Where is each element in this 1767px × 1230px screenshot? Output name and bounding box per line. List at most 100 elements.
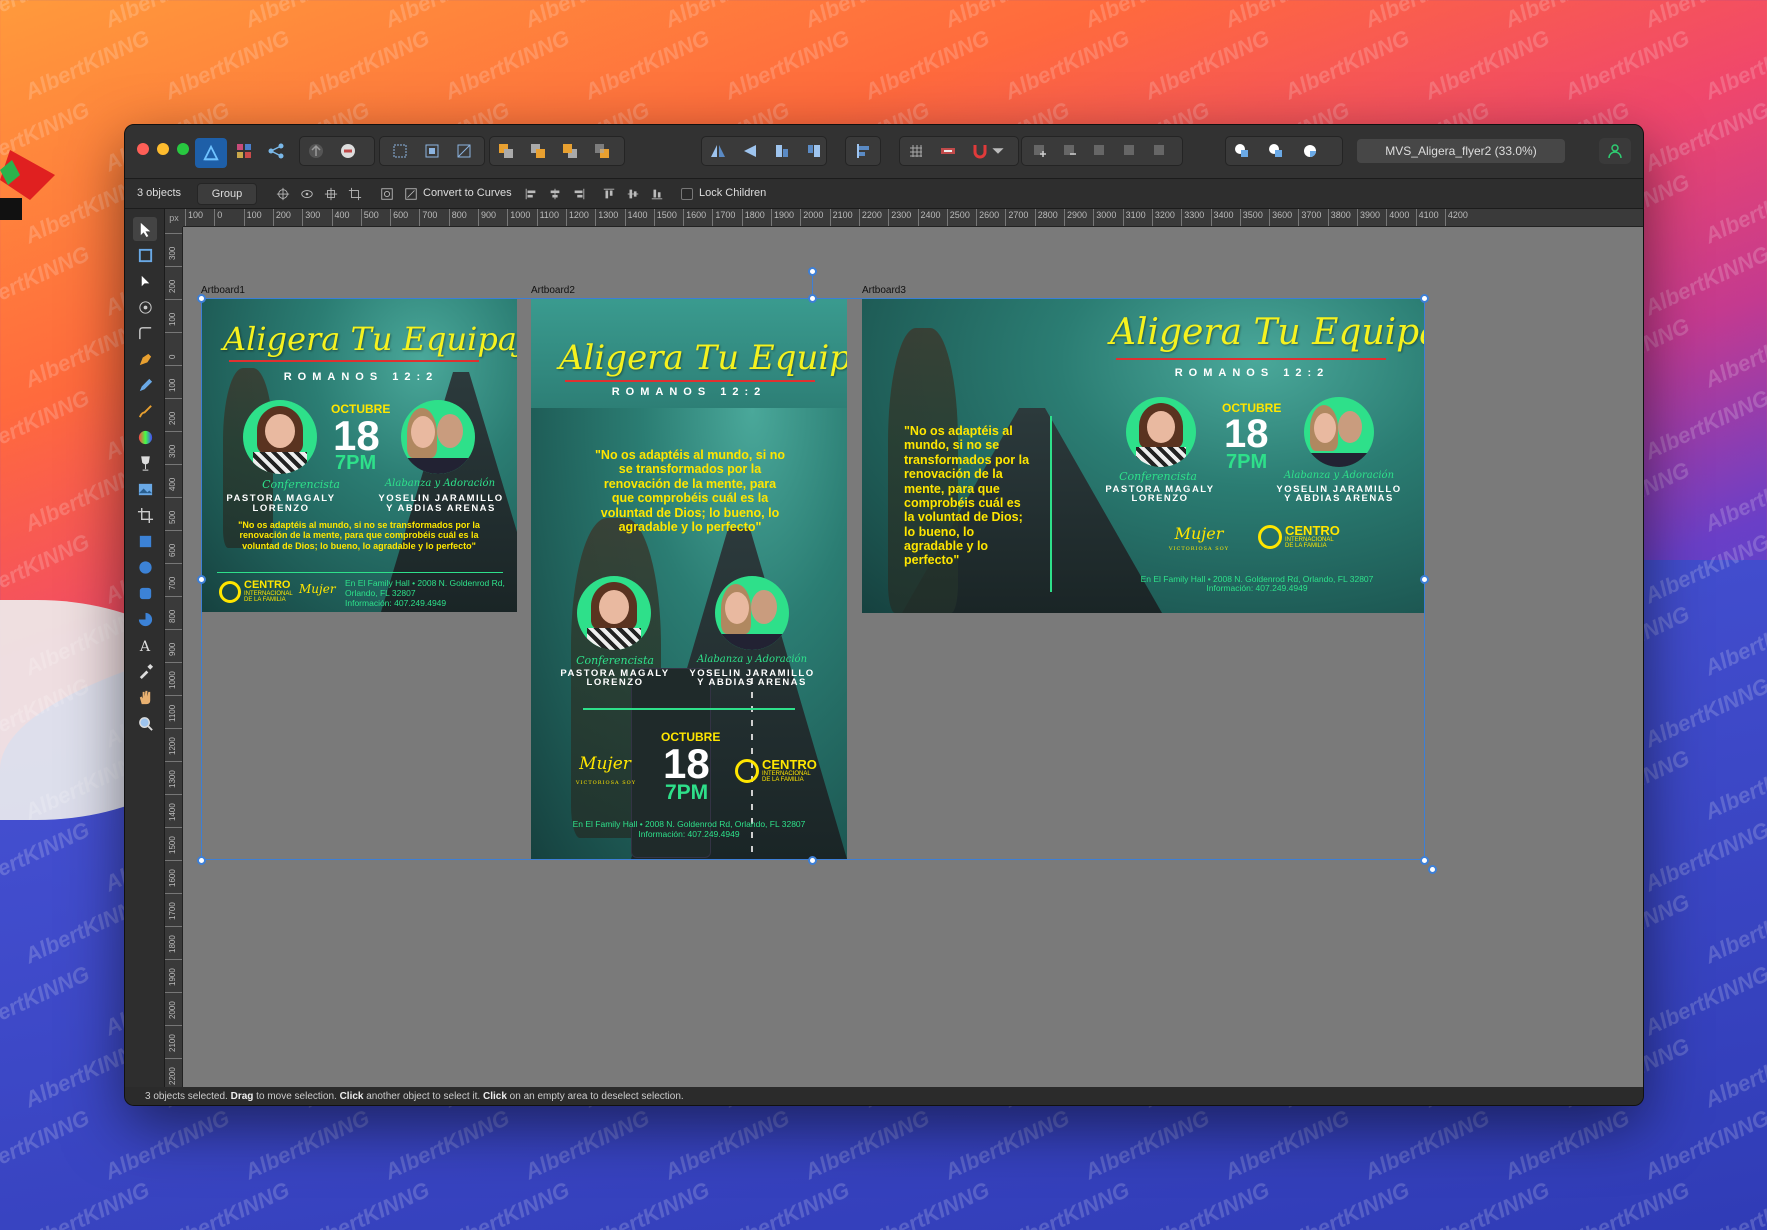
rotate-button[interactable] bbox=[321, 184, 341, 204]
move-to-back-button[interactable] bbox=[493, 138, 519, 164]
artboard1-label[interactable]: Artboard1 bbox=[201, 285, 245, 296]
ellipse-tool[interactable] bbox=[133, 555, 157, 579]
move-back-one-button[interactable] bbox=[525, 138, 551, 164]
selection-handle-br[interactable] bbox=[1420, 856, 1429, 865]
minimize-window-button[interactable] bbox=[157, 143, 169, 155]
rounded-rect-icon bbox=[139, 587, 151, 599]
selection-handle-tl[interactable] bbox=[197, 294, 206, 303]
snapping-button[interactable] bbox=[967, 138, 993, 164]
ruler-h-tick: 2000 bbox=[800, 209, 823, 226]
artistic-text-tool[interactable]: A bbox=[133, 633, 157, 657]
document-title[interactable]: MVS_Aligera_flyer2 (33.0%) bbox=[1357, 139, 1565, 163]
assistant-icon bbox=[341, 144, 355, 158]
pixel-persona-icon bbox=[237, 144, 251, 158]
close-window-button[interactable] bbox=[137, 143, 149, 155]
geometry-subtract-button[interactable] bbox=[1263, 138, 1289, 164]
ruler-h-tick: 1800 bbox=[741, 209, 765, 226]
selection-handle-bc[interactable] bbox=[808, 856, 817, 865]
ruler-v-tick: 2100 bbox=[165, 1025, 182, 1058]
add-shape-icon bbox=[1235, 144, 1248, 157]
canvas[interactable]: Artboard1 Artboard2 Artboard3 Aligera Tu… bbox=[183, 227, 1643, 1087]
convert-to-curves-button[interactable]: Convert to Curves bbox=[423, 187, 512, 199]
share-icon bbox=[268, 143, 284, 159]
lock-children-checkbox[interactable] bbox=[681, 188, 693, 200]
alignment-button[interactable] bbox=[850, 138, 876, 164]
boolean-divide-button[interactable] bbox=[1147, 138, 1173, 164]
artboard3-label[interactable]: Artboard3 bbox=[862, 285, 906, 296]
crop-button[interactable] bbox=[345, 184, 365, 204]
transform-origin-button[interactable] bbox=[273, 184, 293, 204]
geometry-add-button[interactable] bbox=[1229, 138, 1255, 164]
magnifier-icon bbox=[138, 716, 153, 731]
transparency-tool[interactable] bbox=[133, 451, 157, 475]
align-center-button[interactable] bbox=[545, 184, 565, 204]
align-right-button[interactable] bbox=[569, 184, 589, 204]
zoom-tool[interactable] bbox=[133, 711, 157, 735]
move-to-front-button[interactable] bbox=[589, 138, 615, 164]
crop-icon bbox=[348, 187, 362, 201]
align-top-button[interactable] bbox=[599, 184, 619, 204]
rotate-cw-button[interactable] bbox=[377, 184, 397, 204]
flip-vertical-button[interactable] bbox=[737, 138, 763, 164]
snap-selection-button[interactable] bbox=[387, 138, 413, 164]
snapping-options-dropdown[interactable] bbox=[991, 138, 1005, 164]
move-tool[interactable] bbox=[133, 217, 157, 241]
boolean-subtract-button[interactable] bbox=[1057, 138, 1083, 164]
account-button[interactable] bbox=[1599, 138, 1631, 164]
pixel-persona-button[interactable] bbox=[231, 138, 257, 164]
convert-curves-icon-button[interactable] bbox=[401, 184, 421, 204]
insert-inside-button[interactable] bbox=[1027, 138, 1053, 164]
selection-handle-tc[interactable] bbox=[808, 294, 817, 303]
geometry-intersect-button[interactable] bbox=[1297, 138, 1323, 164]
rectangle-tool[interactable] bbox=[133, 529, 157, 553]
zoom-window-button[interactable] bbox=[177, 143, 189, 155]
export-persona-button[interactable] bbox=[263, 138, 289, 164]
rotate-right-button[interactable] bbox=[801, 138, 827, 164]
snap-transform-button[interactable] bbox=[451, 138, 477, 164]
fill-tool[interactable] bbox=[133, 425, 157, 449]
selection-bounding-box[interactable] bbox=[201, 298, 1425, 860]
node-tool[interactable] bbox=[133, 269, 157, 293]
ruler-h-tick: 2100 bbox=[829, 209, 853, 226]
selection-handle-bl[interactable] bbox=[197, 856, 206, 865]
selection-handle-tr[interactable] bbox=[1420, 294, 1429, 303]
watermark-text: AlbertKINNG bbox=[1640, 240, 1767, 321]
align-bottom-button[interactable] bbox=[647, 184, 667, 204]
selection-handle-mr[interactable] bbox=[1420, 575, 1429, 584]
selection-handle-ml[interactable] bbox=[197, 575, 206, 584]
place-image-tool[interactable] bbox=[133, 477, 157, 501]
color-picker-tool[interactable] bbox=[133, 659, 157, 683]
corner-tool[interactable] bbox=[133, 321, 157, 345]
move-forward-one-button[interactable] bbox=[557, 138, 583, 164]
group-button[interactable]: Group bbox=[197, 183, 257, 205]
watermark-text: AlbertKINNG bbox=[0, 240, 94, 321]
assistant-button[interactable] bbox=[335, 138, 361, 164]
boolean-xor-button[interactable] bbox=[1117, 138, 1143, 164]
artboard-tool[interactable] bbox=[133, 243, 157, 267]
pencil-tool[interactable] bbox=[133, 373, 157, 397]
crop-tool[interactable] bbox=[133, 503, 157, 527]
rotate-left-button[interactable] bbox=[769, 138, 795, 164]
artboard2-label[interactable]: Artboard2 bbox=[531, 285, 575, 296]
view-tool[interactable] bbox=[133, 685, 157, 709]
align-middle-button[interactable] bbox=[623, 184, 643, 204]
vector-brush-tool[interactable] bbox=[133, 399, 157, 423]
move-back-button[interactable] bbox=[303, 138, 329, 164]
ruler-unit: px bbox=[165, 209, 183, 227]
flip-horizontal-button[interactable] bbox=[705, 138, 731, 164]
view-button[interactable] bbox=[297, 184, 317, 204]
snap-bbox-button[interactable] bbox=[419, 138, 445, 164]
grid-button[interactable] bbox=[903, 138, 929, 164]
pie-tool[interactable] bbox=[133, 607, 157, 631]
pen-tool[interactable] bbox=[133, 347, 157, 371]
point-transform-tool[interactable] bbox=[133, 295, 157, 319]
designer-persona-button[interactable] bbox=[195, 138, 227, 168]
boolean-intersect-button[interactable] bbox=[1087, 138, 1113, 164]
watermark-text: AlbertKINNG bbox=[1700, 24, 1767, 105]
status-text-1: 3 objects selected. bbox=[145, 1091, 231, 1102]
rounded-rectangle-tool[interactable] bbox=[133, 581, 157, 605]
watermark-text: AlbertKINNG bbox=[720, 24, 854, 105]
pixel-align-button[interactable] bbox=[935, 138, 961, 164]
align-left-button[interactable] bbox=[521, 184, 541, 204]
selection-handle-rotate-corner[interactable] bbox=[1428, 865, 1437, 874]
